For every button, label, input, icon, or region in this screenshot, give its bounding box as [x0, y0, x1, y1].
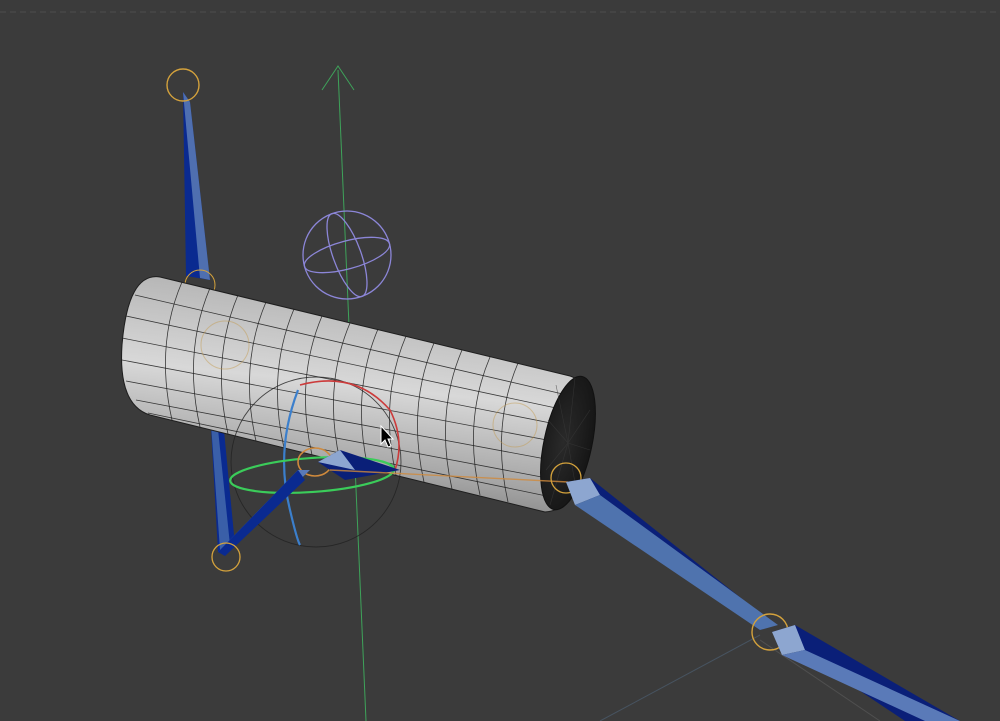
joint-top[interactable] — [166, 68, 200, 102]
3d-viewport[interactable] — [0, 0, 1000, 721]
bone-right-lower[interactable] — [772, 625, 960, 721]
bone-center[interactable] — [218, 450, 400, 556]
bone-right-upper[interactable] — [566, 478, 778, 630]
cylinder-mesh[interactable] — [121, 276, 606, 515]
viewport-canvas[interactable] — [0, 0, 1000, 721]
bone-upper[interactable] — [183, 92, 210, 280]
